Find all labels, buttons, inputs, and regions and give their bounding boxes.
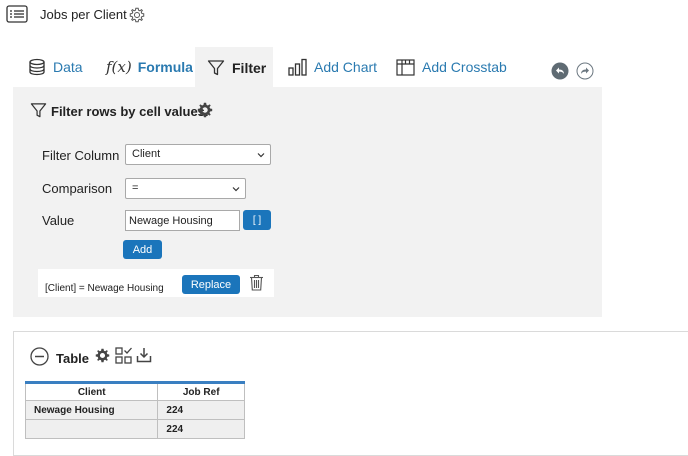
table-header-row: Client Job Ref — [24, 382, 245, 401]
crosstab-icon — [396, 58, 415, 76]
replace-button[interactable]: Replace — [182, 275, 240, 294]
chevron-down-icon — [232, 187, 240, 192]
comparison-label: Comparison — [42, 181, 113, 196]
tab-add-crosstab[interactable]: Add Crosstab — [396, 47, 507, 87]
page-title: Jobs per Client — [40, 7, 127, 22]
tab-add-crosstab-label: Add Crosstab — [422, 59, 507, 75]
gear-icon[interactable] — [197, 102, 213, 118]
function-icon: f(x) — [106, 58, 132, 76]
table-cell: 224 — [157, 400, 245, 420]
tab-data-label: Data — [53, 59, 83, 75]
value-label: Value — [42, 213, 75, 228]
column-select-icon[interactable] — [115, 347, 132, 364]
comparison-select[interactable]: = — [125, 178, 246, 199]
tab-filter-label: Filter — [232, 59, 267, 76]
redo-icon[interactable] — [576, 62, 594, 80]
tab-formula[interactable]: f(x) Formula — [106, 47, 193, 87]
table-cell — [24, 419, 159, 439]
filter-column-value: Client — [132, 148, 161, 160]
column-header-client[interactable]: Client — [24, 382, 159, 401]
chevron-down-icon — [257, 153, 265, 158]
tab-filter[interactable]: Filter — [195, 47, 273, 88]
trash-icon[interactable] — [249, 274, 264, 291]
table-heading: Table — [56, 351, 89, 366]
value-input[interactable] — [125, 210, 240, 231]
table-cell: Newage Housing — [24, 400, 159, 420]
tab-add-chart[interactable]: Add Chart — [288, 47, 377, 87]
comparison-value: = — [132, 182, 139, 194]
field-reference-button[interactable]: [ ] — [243, 210, 271, 230]
collapse-icon[interactable] — [30, 347, 49, 366]
filter-rule-text: [Client] = Newage Housing — [45, 283, 164, 294]
filter-heading: Filter rows by cell values. — [51, 104, 209, 119]
tab-data[interactable]: Data — [28, 47, 83, 87]
list-icon[interactable] — [6, 5, 28, 23]
tab-formula-label: Formula — [137, 59, 193, 75]
data-table: Client Job Ref Newage Housing 224 224 — [24, 381, 245, 439]
table-cell: 224 — [157, 419, 245, 439]
gear-icon[interactable] — [128, 6, 146, 24]
table-row: Newage Housing 224 — [24, 400, 245, 420]
funnel-icon — [30, 103, 47, 118]
undo-icon[interactable] — [551, 62, 569, 80]
add-button[interactable]: Add — [123, 240, 162, 259]
funnel-icon — [207, 59, 225, 75]
filter-column-select[interactable]: Client — [125, 144, 271, 165]
download-icon[interactable] — [136, 347, 152, 363]
filter-column-label: Filter Column — [42, 148, 120, 163]
table-row: 224 — [24, 419, 245, 439]
tab-add-chart-label: Add Chart — [314, 59, 378, 75]
column-header-job-ref[interactable]: Job Ref — [157, 382, 245, 401]
bar-chart-icon — [288, 58, 307, 76]
database-icon — [29, 58, 45, 76]
gear-icon[interactable] — [95, 348, 110, 363]
